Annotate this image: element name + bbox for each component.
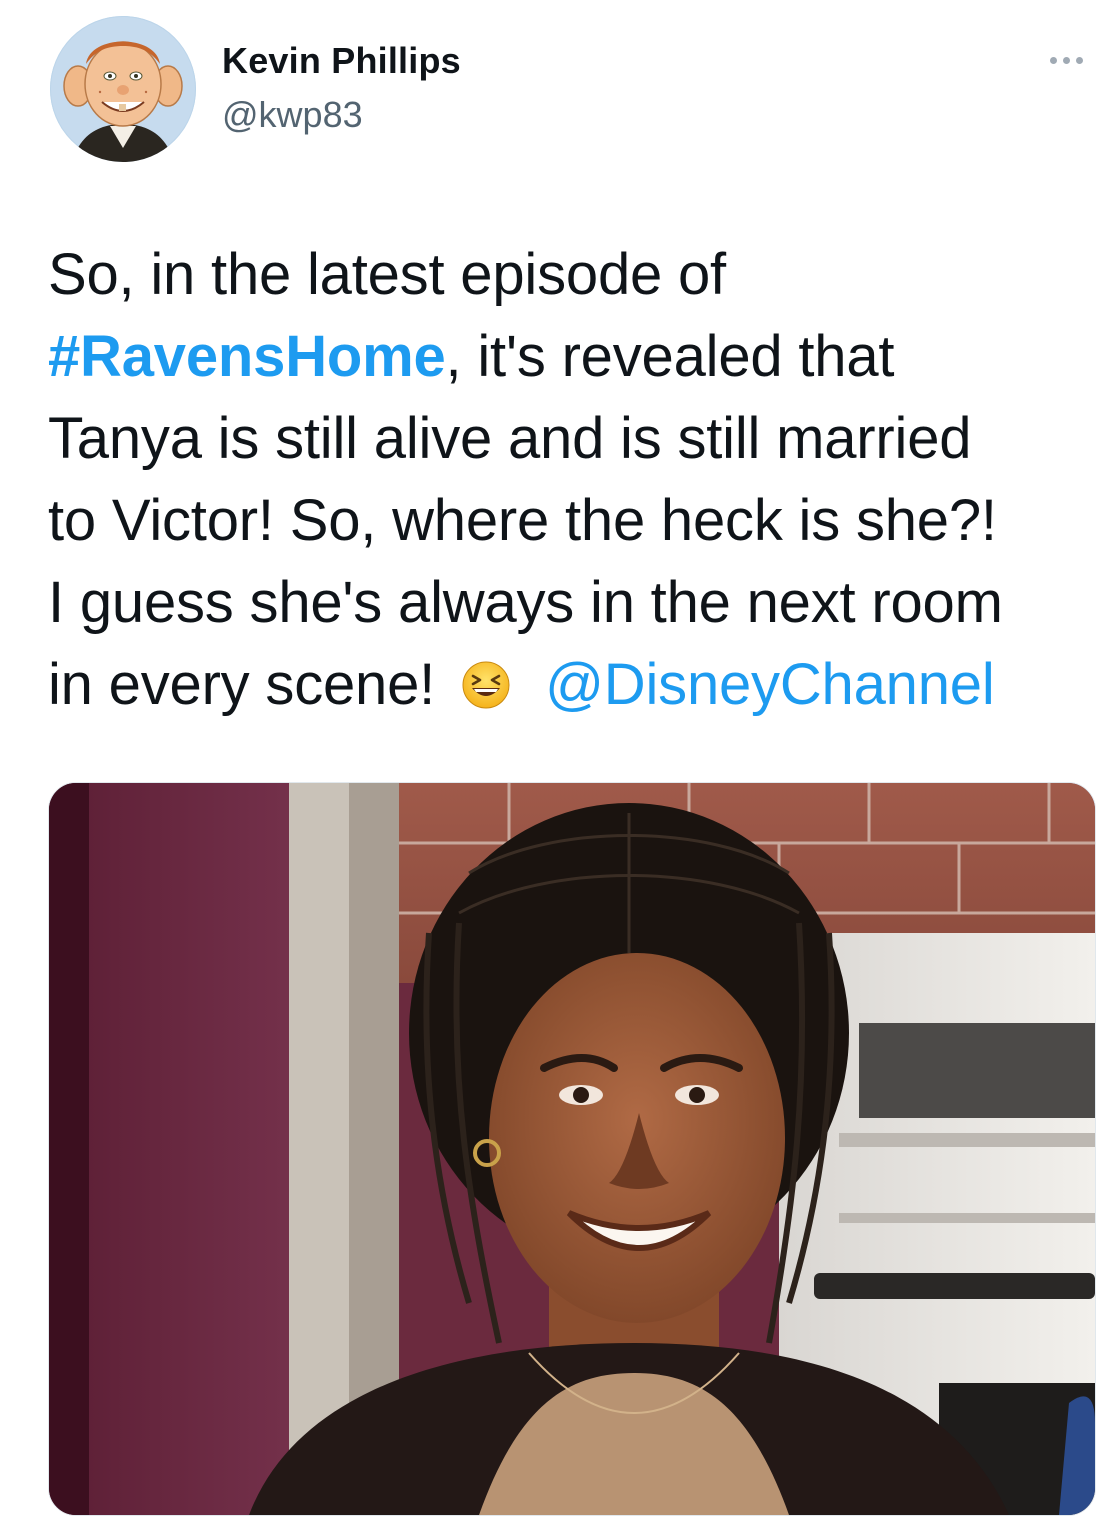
tweet-media-image[interactable] [48, 782, 1096, 1516]
hashtag-link[interactable]: #RavensHome [48, 324, 446, 389]
avatar-image [50, 16, 196, 162]
tweet-text-line: to Victor! So, where the heck is she?! [48, 488, 997, 553]
tweet-text-line: in every scene! @DisneyChannel [48, 644, 1098, 726]
avatar[interactable] [50, 16, 196, 162]
mention-link[interactable]: @DisneyChannel [545, 652, 995, 717]
tweet-text-fragment: , it's revealed that [445, 324, 895, 389]
grinning-squinting-face-icon [461, 660, 511, 710]
tweet-text-line: So, in the latest episode of [48, 242, 726, 307]
author-handle[interactable]: @kwp83 [222, 94, 363, 136]
tweet-text-line: I guess she's always in the next room [48, 570, 1003, 635]
more-horizontal-icon [1062, 56, 1070, 64]
author-display-name[interactable]: Kevin Phillips [222, 40, 461, 82]
tweet-text-line: #RavensHome, it's revealed that [48, 316, 1098, 398]
tweet: Kevin Phillips @kwp83 So, in the latest … [0, 0, 1115, 1536]
tweet-text: So, in the latest episode of #RavensHome… [48, 234, 1098, 726]
tweet-text-fragment: in every scene! [48, 652, 436, 717]
more-horizontal-icon [1049, 56, 1057, 64]
photo [49, 783, 1095, 1515]
more-options-button[interactable] [1040, 44, 1092, 76]
more-horizontal-icon [1075, 56, 1083, 64]
tweet-text-line: Tanya is still alive and is still marrie… [48, 406, 972, 471]
